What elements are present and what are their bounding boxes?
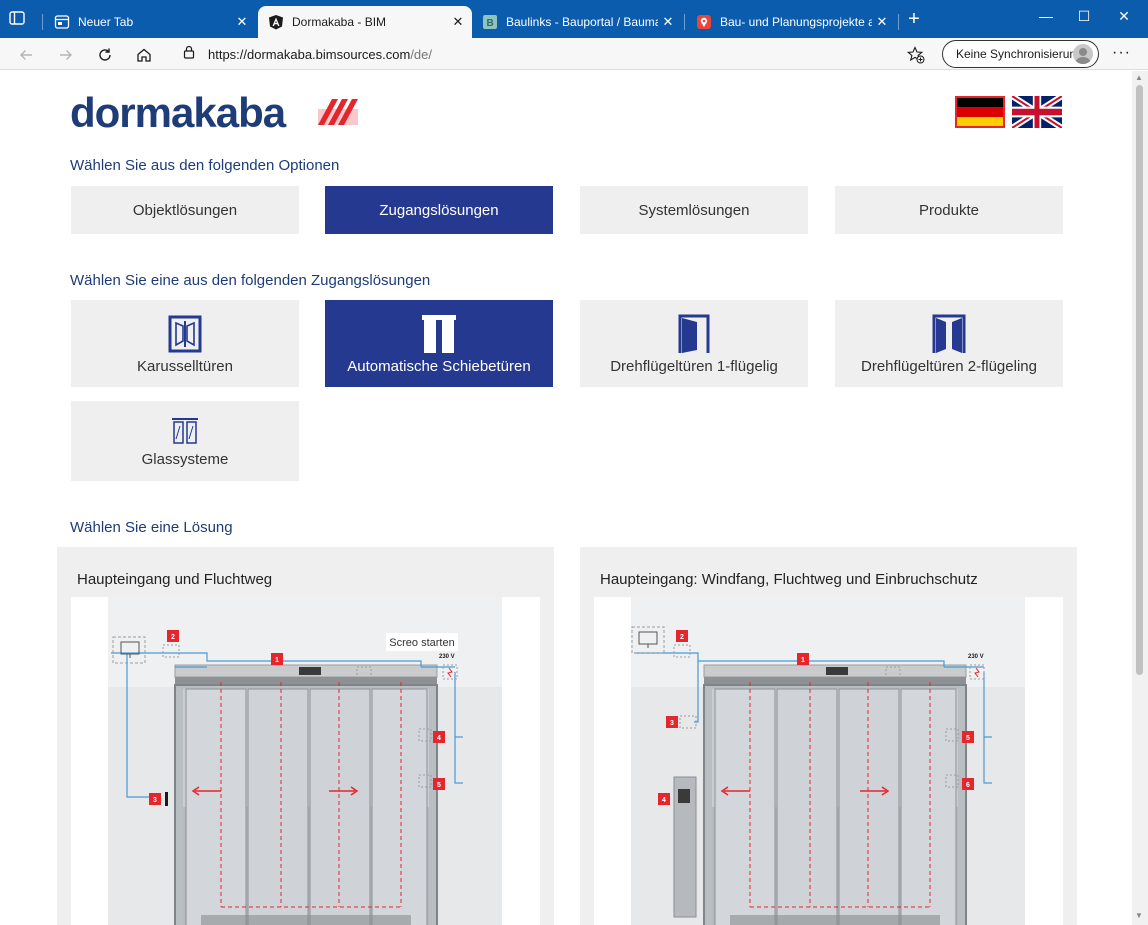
dormakaba-logo[interactable]: dormakaba — [70, 89, 286, 137]
option-produkte[interactable]: Produkte — [835, 186, 1063, 234]
scrollbar-thumb[interactable] — [1136, 85, 1143, 675]
marker-5: 5 — [437, 782, 441, 789]
close-tab-icon[interactable]: ✕ — [658, 14, 678, 30]
forward-button[interactable] — [55, 44, 77, 66]
voltage-label: 230 V — [439, 654, 455, 660]
address-bar: https://dormakaba.bimsources.com/de/ Kei… — [0, 38, 1148, 70]
marker-6: 6 — [966, 782, 970, 789]
tile-drehfluegeltueren-2[interactable]: Drehflügeltüren 2-flügeling — [835, 300, 1063, 387]
home-button[interactable] — [133, 44, 155, 66]
url-text: https://dormakaba.bimsources.com/de/ — [208, 46, 432, 62]
tile-label: Automatische Schiebetüren — [347, 358, 531, 375]
tile-glassysteme[interactable]: Glassysteme — [71, 401, 299, 481]
scroll-up-icon[interactable]: ▲ — [1135, 73, 1143, 82]
sync-label: Keine Synchronisierung — [956, 47, 1083, 61]
svg-text:B: B — [487, 18, 494, 29]
page-content: dormakaba Wählen Sie aus den folgenden O… — [0, 71, 1132, 925]
sync-profile-button[interactable]: Keine Synchronisierung — [942, 40, 1099, 68]
marker-2: 2 — [171, 634, 175, 641]
single-swing-door-icon — [677, 314, 711, 354]
tab-baulinks[interactable]: B Baulinks - Bauportal / Baumagaz ✕ — [472, 6, 682, 38]
page-scrollbar[interactable]: ▲ ▼ — [1132, 71, 1148, 925]
solution-card-title: Haupteingang: Windfang, Fluchtweg und Ei… — [600, 571, 978, 588]
tab-actions-icon[interactable] — [8, 9, 36, 33]
close-tab-icon[interactable]: ✕ — [232, 14, 252, 30]
marker-4: 4 — [662, 797, 666, 804]
solution-card-windfang-einbruchschutz[interactable]: Haupteingang: Windfang, Fluchtweg und Ei… — [580, 547, 1077, 925]
profile-avatar-icon — [1073, 44, 1093, 64]
tile-drehfluegeltueren-1[interactable]: Drehflügeltüren 1-flügelig — [580, 300, 808, 387]
home-icon — [137, 48, 151, 62]
maximize-button[interactable]: ☐ — [1062, 8, 1106, 25]
sliding-door-icon — [421, 314, 457, 354]
solution-card-title: Haupteingang und Fluchtweg — [77, 571, 273, 588]
tile-karusselltueren[interactable]: Karusselltüren — [71, 300, 299, 387]
option-objektloesungen[interactable]: Objektlösungen — [71, 186, 299, 234]
marker-3: 3 — [153, 797, 157, 804]
solution-card-haupteingang-fluchtweg[interactable]: Haupteingang und Fluchtweg 2 1 3 4 5 230… — [57, 547, 554, 925]
marker-4: 4 — [437, 735, 441, 742]
access-heading: Wählen Sie eine aus den folgenden Zugang… — [70, 272, 431, 289]
tab-title: Bau- und Planungsprojekte auf B — [720, 15, 872, 29]
tab-new-tab[interactable]: Neuer Tab ✕ — [44, 6, 256, 38]
german-flag-button[interactable] — [955, 96, 1005, 128]
tile-label: Drehflügeltüren 2-flügeling — [861, 358, 1037, 375]
baulinks-icon: B — [482, 14, 498, 30]
voltage-label: 230 V — [968, 654, 984, 660]
revolving-door-icon — [168, 314, 202, 354]
map-pin-icon — [696, 14, 712, 30]
options-heading: Wählen Sie aus den folgenden Optionen — [70, 157, 340, 174]
tab-title: Dormakaba - BIM — [292, 15, 387, 29]
back-arrow-icon — [20, 50, 32, 60]
tile-label: Karusselltüren — [137, 358, 233, 375]
url-bar[interactable]: https://dormakaba.bimsources.com/de/ — [170, 40, 932, 68]
favorite-add-button[interactable] — [905, 44, 927, 66]
star-plus-icon — [907, 46, 925, 64]
option-systemloesungen[interactable]: Systemlösungen — [580, 186, 808, 234]
marker-2: 2 — [680, 634, 684, 641]
dormakaba-logo-mark — [318, 99, 358, 125]
solution-image[interactable]: 2 1 3 4 5 6 230 V — [594, 597, 1063, 925]
lock-icon[interactable] — [182, 45, 196, 64]
tile-label: Drehflügeltüren 1-flügelig — [610, 358, 778, 375]
marker-1: 1 — [275, 657, 279, 664]
new-tab-button[interactable]: + — [903, 9, 925, 31]
tile-label: Glassysteme — [141, 451, 229, 468]
settings-more-button[interactable]: ··· — [1112, 44, 1131, 62]
tab-title: Neuer Tab — [78, 15, 134, 29]
scroll-down-icon[interactable]: ▼ — [1135, 911, 1143, 920]
close-window-button[interactable]: ✕ — [1102, 8, 1146, 25]
solutions-heading: Wählen Sie eine Lösung — [70, 519, 233, 536]
sliding-door-diagram: 2 1 3 4 5 230 V Screo starten — [108, 597, 502, 925]
tab-bauprojekte[interactable]: Bau- und Planungsprojekte auf B ✕ — [686, 6, 896, 38]
marker-5: 5 — [966, 735, 970, 742]
angular-icon — [268, 14, 284, 30]
marker-3: 3 — [670, 720, 674, 727]
screo-start-overlay: Screo starten — [389, 637, 454, 649]
close-tab-icon[interactable]: ✕ — [448, 14, 468, 30]
browser-tab-bar: Neuer Tab ✕ Dormakaba - BIM ✕ B Baulinks… — [0, 0, 1148, 38]
back-button[interactable] — [15, 44, 37, 66]
option-zugangsloesungen[interactable]: Zugangslösungen — [325, 186, 553, 234]
forward-arrow-icon — [60, 50, 72, 60]
close-tab-icon[interactable]: ✕ — [872, 14, 892, 30]
tab-title: Baulinks - Bauportal / Baumagaz — [506, 15, 658, 29]
double-swing-door-icon — [932, 314, 966, 354]
sliding-door-diagram: 2 1 3 4 5 6 230 V — [631, 597, 1025, 925]
new-tab-icon — [54, 14, 70, 30]
tile-automatische-schiebetueren[interactable]: Automatische Schiebetüren — [325, 300, 553, 387]
tab-dormakaba-bim[interactable]: Dormakaba - BIM ✕ — [258, 6, 472, 38]
refresh-icon — [99, 48, 111, 61]
solution-image[interactable]: 2 1 3 4 5 230 V Screo starten — [71, 597, 540, 925]
uk-flag-button[interactable] — [1012, 96, 1062, 128]
glass-system-icon — [171, 415, 199, 447]
marker-1: 1 — [801, 657, 805, 664]
reload-button[interactable] — [94, 44, 116, 66]
